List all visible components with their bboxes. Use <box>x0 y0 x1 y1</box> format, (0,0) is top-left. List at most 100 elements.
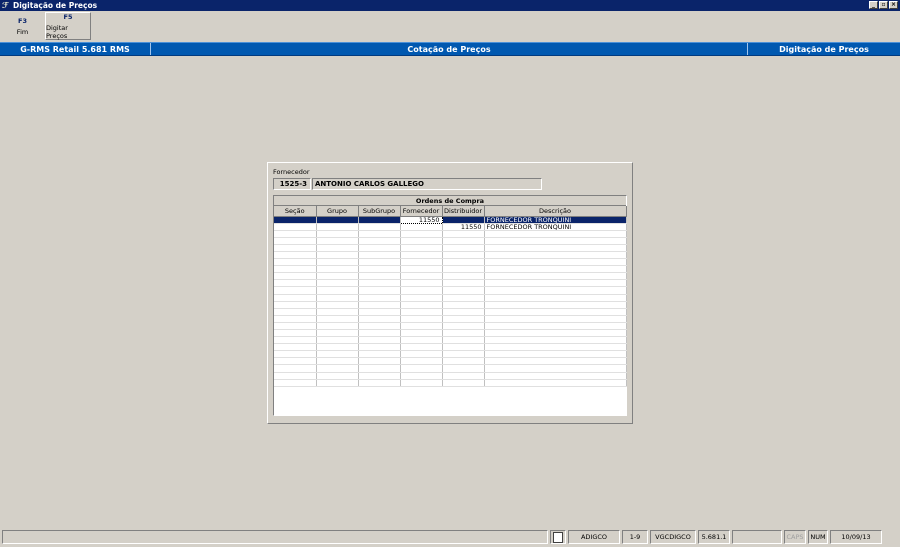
table-cell[interactable] <box>358 230 401 238</box>
table-cell[interactable] <box>316 251 359 260</box>
table-cell[interactable] <box>484 329 627 338</box>
table-row[interactable] <box>274 315 627 323</box>
table-cell[interactable] <box>316 315 359 323</box>
table-cell[interactable] <box>400 343 443 352</box>
table-cell[interactable] <box>358 336 401 345</box>
col-header-grupo[interactable]: Grupo <box>316 206 359 217</box>
table-cell[interactable] <box>358 329 401 338</box>
table-row[interactable]: 11550 FORNECEDOR TRONQUINI <box>274 223 627 231</box>
table-cell[interactable] <box>484 301 627 309</box>
table-cell[interactable] <box>316 364 359 373</box>
table-cell[interactable] <box>484 350 627 359</box>
table-cell[interactable] <box>484 308 627 316</box>
table-cell[interactable] <box>316 322 359 331</box>
table-cell[interactable] <box>274 244 317 252</box>
table-row[interactable] <box>274 237 627 245</box>
table-cell[interactable] <box>316 286 359 295</box>
table-cell[interactable] <box>400 301 443 309</box>
table-cell[interactable] <box>358 294 401 302</box>
col-header-secao[interactable]: Seção <box>274 206 317 217</box>
table-cell[interactable] <box>400 357 443 366</box>
table-cell[interactable] <box>316 329 359 338</box>
table-row[interactable] <box>274 308 627 316</box>
table-cell[interactable] <box>358 343 401 352</box>
table-row[interactable] <box>274 329 627 338</box>
table-row[interactable]: 11550 FORNECEDOR TRONQUINI <box>274 215 627 224</box>
table-cell[interactable] <box>442 329 485 338</box>
table-cell[interactable] <box>316 216 359 224</box>
table-cell[interactable] <box>358 216 401 224</box>
table-cell[interactable] <box>358 350 401 359</box>
col-header-fornecedor[interactable]: Fornecedor <box>400 206 443 217</box>
table-cell[interactable] <box>442 294 485 302</box>
table-cell[interactable] <box>484 294 627 302</box>
table-cell[interactable] <box>316 350 359 359</box>
table-cell[interactable] <box>274 223 317 231</box>
table-row[interactable] <box>274 286 627 295</box>
table-cell[interactable] <box>442 301 485 309</box>
table-cell[interactable] <box>484 286 627 295</box>
table-cell[interactable] <box>400 230 443 238</box>
table-cell[interactable] <box>442 286 485 295</box>
table-cell[interactable] <box>274 322 317 331</box>
table-row[interactable] <box>274 364 627 373</box>
table-cell[interactable] <box>400 350 443 359</box>
table-cell[interactable] <box>316 265 359 274</box>
table-cell[interactable] <box>358 357 401 366</box>
table-cell[interactable] <box>400 308 443 316</box>
table-cell[interactable] <box>400 286 443 295</box>
table-cell[interactable] <box>358 372 401 380</box>
table-cell[interactable] <box>442 251 485 260</box>
table-cell[interactable] <box>274 329 317 338</box>
table-cell[interactable] <box>400 336 443 345</box>
table-row[interactable] <box>274 301 627 309</box>
table-cell[interactable] <box>400 244 443 252</box>
table-cell[interactable] <box>358 379 401 387</box>
table-row[interactable] <box>274 279 627 288</box>
table-cell[interactable] <box>358 279 401 288</box>
table-cell[interactable] <box>274 251 317 260</box>
table-cell[interactable] <box>316 272 359 281</box>
table-cell[interactable] <box>484 251 627 260</box>
table-row[interactable] <box>274 294 627 302</box>
table-cell[interactable] <box>442 272 485 281</box>
table-cell[interactable] <box>274 308 317 316</box>
table-cell[interactable] <box>316 379 359 387</box>
table-cell[interactable] <box>400 379 443 387</box>
table-cell[interactable] <box>442 350 485 359</box>
table-row[interactable] <box>274 265 627 274</box>
table-cell[interactable] <box>274 372 317 380</box>
table-cell[interactable] <box>400 372 443 380</box>
table-row[interactable] <box>274 244 627 252</box>
table-cell[interactable] <box>442 237 485 245</box>
table-cell[interactable] <box>484 336 627 345</box>
table-cell[interactable] <box>274 315 317 323</box>
table-cell[interactable] <box>442 315 485 323</box>
table-cell[interactable] <box>358 237 401 245</box>
table-row[interactable] <box>274 272 627 281</box>
table-cell[interactable] <box>274 336 317 345</box>
table-cell[interactable] <box>358 272 401 281</box>
table-row[interactable] <box>274 258 627 267</box>
table-cell[interactable] <box>400 329 443 338</box>
table-row[interactable] <box>274 372 627 380</box>
col-header-subgrupo[interactable]: SubGrupo <box>358 206 401 217</box>
table-cell[interactable]: 11550 <box>399 215 443 224</box>
table-cell[interactable] <box>442 372 485 380</box>
table-cell[interactable] <box>358 244 401 252</box>
table-cell[interactable] <box>316 336 359 345</box>
table-row[interactable] <box>274 336 627 345</box>
table-row[interactable] <box>274 343 627 352</box>
table-cell[interactable] <box>484 279 627 288</box>
minimize-icon[interactable]: _ <box>869 1 878 9</box>
table-cell[interactable] <box>484 265 627 274</box>
table-cell[interactable]: FORNECEDOR TRONQUINI <box>484 216 627 224</box>
table-cell[interactable]: FORNECEDOR TRONQUINI <box>484 223 627 231</box>
table-cell[interactable] <box>484 244 627 252</box>
table-row[interactable] <box>274 251 627 260</box>
table-cell[interactable] <box>442 357 485 366</box>
table-cell[interactable] <box>484 364 627 373</box>
table-cell[interactable] <box>400 223 443 231</box>
table-row[interactable] <box>274 379 627 387</box>
table-cell[interactable] <box>400 258 443 267</box>
